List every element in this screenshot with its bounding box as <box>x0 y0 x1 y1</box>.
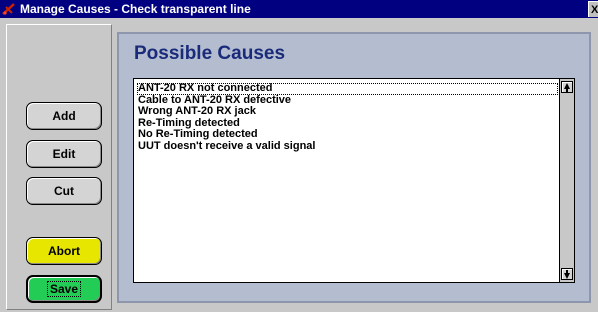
scroll-up-arrow-icon[interactable] <box>561 81 573 93</box>
add-button[interactable]: Add <box>26 102 102 130</box>
list-item[interactable]: No Re-Timing detected <box>137 128 560 141</box>
list-item[interactable]: UUT doesn't receive a valid signal <box>137 140 560 153</box>
manage-causes-app-icon <box>0 0 18 18</box>
edit-button[interactable]: Edit <box>26 140 102 168</box>
save-button[interactable]: Save <box>26 275 102 303</box>
causes-list: ANT-20 RX not connected Cable to ANT-20 … <box>134 79 560 282</box>
title-bar: Manage Causes - Check transparent line X <box>0 0 598 18</box>
list-item[interactable]: Wrong ANT-20 RX jack <box>137 105 560 118</box>
window-title: Manage Causes - Check transparent line <box>20 2 251 16</box>
cut-button[interactable]: Cut <box>26 177 102 205</box>
save-button-label: Save <box>46 281 82 297</box>
possible-causes-panel: Possible Causes ANT-20 RX not connected … <box>117 32 591 303</box>
manage-causes-window: Manage Causes - Check transparent line X… <box>0 0 598 312</box>
vertical-scrollbar[interactable] <box>559 79 574 282</box>
panel-title: Possible Causes <box>134 43 286 64</box>
close-icon[interactable]: X <box>588 1 598 17</box>
list-item[interactable]: ANT-20 RX not connected <box>137 82 558 95</box>
causes-listbox[interactable]: ANT-20 RX not connected Cable to ANT-20 … <box>133 78 575 283</box>
abort-button[interactable]: Abort <box>26 237 102 265</box>
scroll-down-arrow-icon[interactable] <box>561 268 573 280</box>
